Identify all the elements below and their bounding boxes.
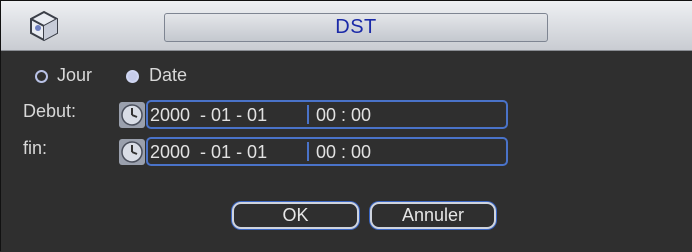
dialog-content: Jour Date Debut: 2000 - 01 - 01 00 : 00 … xyxy=(1,51,692,252)
start-label: Debut: xyxy=(23,101,77,121)
clock-icon[interactable] xyxy=(119,139,145,165)
field-separator xyxy=(307,142,309,161)
clock-icon[interactable] xyxy=(119,102,145,128)
title-bar: DST xyxy=(1,1,692,51)
radio-date-label: Date xyxy=(149,65,188,85)
end-datetime-field[interactable]: 2000 - 01 - 01 00 : 00 xyxy=(146,137,508,166)
dst-dialog: DST Jour Date Debut: 2000 - 01 - 01 00 :… xyxy=(0,0,692,252)
end-time-value[interactable]: 00 : 00 xyxy=(316,142,371,163)
radio-jour[interactable] xyxy=(35,70,48,83)
ok-button[interactable]: OK xyxy=(232,202,359,229)
cancel-button[interactable]: Annuler xyxy=(370,202,496,229)
end-label: fin: xyxy=(23,138,48,158)
window-title: DST xyxy=(335,16,377,38)
title-pill: DST xyxy=(164,13,548,42)
radio-jour-label: Jour xyxy=(57,65,93,85)
end-date-value[interactable]: 2000 - 01 - 01 xyxy=(150,142,267,163)
start-date-value[interactable]: 2000 - 01 - 01 xyxy=(150,105,267,126)
radio-date[interactable] xyxy=(126,70,139,83)
start-time-value[interactable]: 00 : 00 xyxy=(316,105,371,126)
cube-icon xyxy=(30,10,58,42)
start-datetime-field[interactable]: 2000 - 01 - 01 00 : 00 xyxy=(146,100,508,129)
field-separator xyxy=(307,105,309,124)
